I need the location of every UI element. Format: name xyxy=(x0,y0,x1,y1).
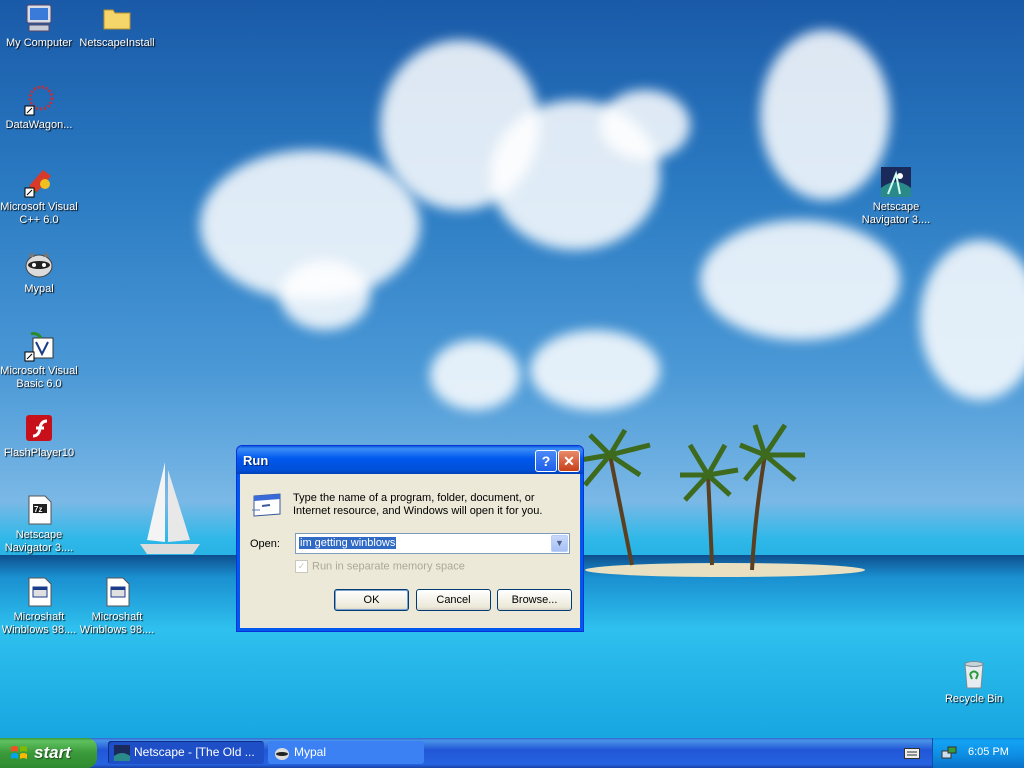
mypal-icon xyxy=(275,748,289,760)
icon-label: Netscape Navigator 3.... xyxy=(861,201,931,226)
run-icon xyxy=(252,493,281,517)
taskbar-item-label: Netscape - [The Old ... xyxy=(134,745,255,759)
taskbar-item-label: Mypal xyxy=(294,745,327,759)
cloud xyxy=(700,220,900,340)
run-dialog: Run ? ✕ Type the name of a program, fold… xyxy=(236,445,584,632)
open-combobox[interactable]: im getting winblows ▼ xyxy=(295,533,570,554)
cloud xyxy=(280,260,370,330)
icon-label: Microshaft Winblows 98.... xyxy=(1,611,77,636)
start-label: start xyxy=(34,743,71,762)
icon-label: Microshaft Winblows 98.... xyxy=(79,611,155,636)
network-icon[interactable] xyxy=(941,745,957,761)
netscape-icon xyxy=(880,166,912,198)
desktop-icon-winblows-2[interactable]: Microshaft Winblows 98.... xyxy=(78,576,156,637)
setup-icon xyxy=(101,576,133,608)
setup-icon xyxy=(23,576,55,608)
desktop-icon-datawagon[interactable]: DataWagon... xyxy=(0,84,78,132)
icon-label: Microsoft Visual C++ 6.0 xyxy=(0,201,78,226)
system-tray: 6:05 PM xyxy=(932,738,1024,768)
flash-icon xyxy=(23,412,55,444)
desktop-icon-visual-basic[interactable]: Microsoft Visual Basic 6.0 xyxy=(0,330,78,391)
separate-memory-checkbox[interactable]: ✓ Run in separate memory space xyxy=(295,560,465,573)
my-computer-icon xyxy=(23,2,55,34)
desktop-icon-my-computer[interactable]: My Computer xyxy=(0,2,78,50)
netscape-icon xyxy=(114,745,130,761)
taskbar: start Netscape - [The Old ... Mypal 6:05… xyxy=(0,738,1024,768)
desktop-icon-netscape-7z[interactable]: 7z Netscape Navigator 3.... xyxy=(0,494,78,555)
desktop-icon-winblows-1[interactable]: Microshaft Winblows 98.... xyxy=(0,576,78,637)
icon-label: NetscapeInstall xyxy=(79,37,155,49)
icon-label: FlashPlayer10 xyxy=(3,447,75,459)
taskbar-item-mypal[interactable]: Mypal xyxy=(268,741,424,764)
dialog-title: Run xyxy=(243,453,269,468)
icon-label: DataWagon... xyxy=(5,119,73,131)
palm-trees xyxy=(580,423,805,571)
run-dialog-body: Type the name of a program, folder, docu… xyxy=(240,474,578,628)
desktop-icon-mypal[interactable]: Mypal xyxy=(0,248,78,296)
run-dialog-titlebar[interactable]: Run ? ✕ xyxy=(237,446,583,474)
mypal-icon xyxy=(23,248,55,280)
checkbox-label: Run in separate memory space xyxy=(312,560,465,573)
windows-logo-icon xyxy=(11,746,27,759)
recycle-bin-icon xyxy=(958,658,990,690)
visual-basic-icon xyxy=(23,330,55,362)
open-input[interactable]: im getting winblows xyxy=(299,537,397,549)
icon-label: My Computer xyxy=(5,37,73,49)
folder-icon xyxy=(101,2,133,34)
desktop-icon-netscapeinstall[interactable]: NetscapeInstall xyxy=(78,2,156,50)
desktop-icon-visual-cpp[interactable]: Microsoft Visual C++ 6.0 xyxy=(0,166,78,227)
cloud xyxy=(920,240,1024,400)
cancel-button[interactable]: Cancel xyxy=(416,589,491,611)
start-button[interactable]: start xyxy=(0,738,97,768)
svg-text:7z: 7z xyxy=(34,505,42,514)
icon-label: Recycle Bin xyxy=(944,693,1004,705)
browse-button[interactable]: Browse... xyxy=(497,589,572,611)
checkbox-check-icon: ✓ xyxy=(295,560,308,573)
7z-icon: 7z xyxy=(23,494,55,526)
visual-cpp-icon xyxy=(23,166,55,198)
desktop-icon-netscape-navigator[interactable]: Netscape Navigator 3.... xyxy=(857,166,935,227)
help-button[interactable]: ? xyxy=(535,450,557,472)
cloud xyxy=(600,90,690,160)
keyboard-icon[interactable] xyxy=(904,746,920,760)
chevron-down-icon[interactable]: ▼ xyxy=(551,535,568,552)
datawagon-icon xyxy=(23,84,55,116)
taskbar-item-netscape[interactable]: Netscape - [The Old ... xyxy=(108,741,264,764)
close-button[interactable]: ✕ xyxy=(558,450,580,472)
desktop-icon-flashplayer[interactable]: FlashPlayer10 xyxy=(0,412,78,460)
icon-label: Microsoft Visual Basic 6.0 xyxy=(0,365,78,390)
icon-label: Mypal xyxy=(24,283,54,295)
ok-button[interactable]: OK xyxy=(334,589,409,611)
open-label: Open: xyxy=(250,538,280,550)
sailboat xyxy=(140,462,200,554)
run-description: Type the name of a program, folder, docu… xyxy=(293,492,543,517)
cloud xyxy=(530,330,660,410)
icon-label: Netscape Navigator 3.... xyxy=(4,529,74,554)
clock[interactable]: 6:05 PM xyxy=(968,746,1009,758)
desktop-icon-recycle-bin[interactable]: Recycle Bin xyxy=(935,658,1013,706)
cloud xyxy=(430,340,520,410)
